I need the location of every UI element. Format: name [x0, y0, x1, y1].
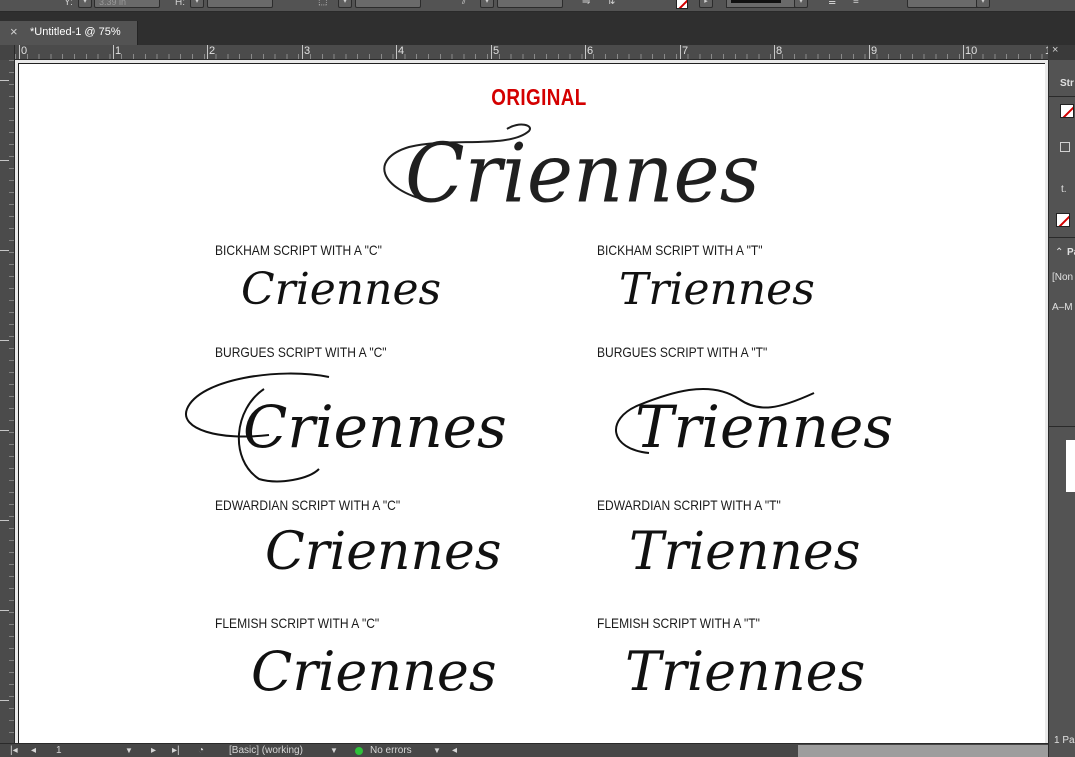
stroke-panel — [1048, 60, 1075, 757]
ruler-number: 7 — [682, 45, 689, 57]
panel-close-icon[interactable]: × — [1052, 44, 1058, 56]
scroll-left-icon[interactable]: ◂ — [452, 744, 457, 757]
sample-word-burgues-t[interactable]: Triennes — [635, 392, 893, 462]
sample-label-burgues-c[interactable]: BURGUES SCRIPT WITH A "C" — [215, 344, 387, 360]
frame-fit-dropdown-icon[interactable]: ▾ — [976, 0, 990, 8]
sample-word-edwardian-t[interactable]: Triennes — [629, 520, 860, 584]
page-count-label: 1 Pa — [1054, 735, 1075, 746]
y-stepper-icon[interactable]: ▾ — [78, 0, 92, 8]
sample-label-flemish-t[interactable]: FLEMISH SCRIPT WITH A "T" — [597, 615, 760, 631]
scale-field[interactable] — [355, 0, 421, 8]
scale-stepper-icon[interactable]: ▾ — [338, 0, 352, 8]
indesign-window: Y: ▾ 3.39 in H: ▾ ⬚ ▾ ⫽ ▾ ⇋ ⇅ ▸ ▾ ≣ ≡ ▾ … — [0, 0, 1075, 757]
chevron-updown-icon[interactable]: ⌃ — [1055, 247, 1063, 258]
page-last-icon[interactable]: ▸| — [172, 744, 180, 757]
document-page[interactable]: ORIGINAL Criennes BICKHAM SCRIPT WITH A … — [18, 63, 1045, 743]
panel-preview — [1066, 440, 1075, 492]
pasteboard[interactable]: ORIGINAL Criennes BICKHAM SCRIPT WITH A … — [15, 60, 1048, 743]
document-tab-bar: × *Untitled-1 @ 75% — [0, 12, 1075, 45]
page-prev-icon[interactable]: ◂ — [31, 744, 36, 757]
sample-label-burgues-t[interactable]: BURGUES SCRIPT WITH A "T" — [597, 344, 767, 360]
preflight-status[interactable]: No errors — [370, 744, 412, 757]
ruler-number: 0 — [21, 45, 28, 57]
ruler-number: 4 — [398, 45, 405, 57]
page-next-icon[interactable]: ▸ — [151, 744, 156, 757]
style-none-label[interactable]: [Non — [1052, 272, 1073, 283]
stroke-dropdown-icon[interactable]: ▾ — [794, 0, 808, 8]
original-specimen[interactable]: Criennes — [359, 119, 760, 229]
shear-stepper-icon[interactable]: ▾ — [480, 0, 494, 8]
sample-word-burgues-c[interactable]: Criennes — [243, 392, 507, 462]
sample-word-bickham-c[interactable]: Criennes — [241, 263, 441, 317]
status-dropdown-icon[interactable]: ▼ — [433, 744, 441, 757]
shear-field[interactable] — [497, 0, 563, 8]
original-word: Criennes — [405, 126, 760, 222]
page-dropdown-icon[interactable]: ▼ — [125, 744, 133, 757]
preflight-icon[interactable]: ◔ — [198, 744, 204, 757]
preflight-profile[interactable]: [Basic] (working) — [229, 744, 303, 757]
sample-word-flemish-c[interactable]: Criennes — [251, 638, 497, 706]
sample-label-edwardian-t[interactable]: EDWARDIAN SCRIPT WITH A "T" — [597, 497, 781, 513]
ruler-number: 8 — [776, 45, 783, 57]
frame-icon[interactable] — [1060, 142, 1070, 152]
ruler-number: 5 — [493, 45, 500, 57]
sample-label-edwardian-c[interactable]: EDWARDIAN SCRIPT WITH A "C" — [215, 497, 400, 513]
align-icon[interactable]: ≣ — [828, 0, 836, 8]
stroke-swatch-icon[interactable] — [1060, 104, 1074, 118]
sample-word-edwardian-c[interactable]: Criennes — [265, 520, 502, 584]
ruler-number: 3 — [304, 45, 311, 57]
page-number-field[interactable]: 1 — [56, 744, 62, 757]
sample-label-flemish-c[interactable]: FLEMISH SCRIPT WITH A "C" — [215, 615, 379, 631]
ruler-number: 2 — [209, 45, 216, 57]
status-ok-icon — [355, 747, 363, 755]
y-field[interactable]: 3.39 in — [94, 0, 160, 8]
document-tab[interactable]: × *Untitled-1 @ 75% — [0, 21, 138, 45]
fill-none-swatch-icon[interactable] — [676, 0, 688, 9]
close-icon[interactable]: × — [10, 24, 18, 39]
document-tab-title: *Untitled-1 @ 75% — [30, 26, 121, 38]
scale-icon[interactable]: ⬚ — [318, 0, 327, 8]
h-label: H: — [175, 0, 185, 8]
stroke-panel-label[interactable]: Str — [1060, 78, 1074, 89]
h-field[interactable] — [207, 0, 273, 8]
page-first-icon[interactable]: |◂ — [10, 744, 18, 757]
horizontal-scrollbar[interactable] — [798, 745, 1048, 757]
sample-word-bickham-t[interactable]: Triennes — [619, 263, 815, 317]
original-heading[interactable]: ORIGINAL — [473, 84, 604, 111]
vertical-ruler[interactable] — [0, 60, 15, 743]
profile-dropdown-icon[interactable]: ▼ — [330, 744, 338, 757]
fill-swatch-icon[interactable] — [1056, 213, 1070, 227]
ruler-number: 9 — [871, 45, 878, 57]
ruler-number: 10 — [965, 45, 978, 57]
flip-vertical-icon[interactable]: ⇅ — [607, 0, 615, 8]
sample-word-flemish-t[interactable]: Triennes — [625, 638, 865, 706]
horizontal-ruler[interactable]: 0 1 2 3 4 5 6 7 8 9 10 11 — [15, 45, 1051, 60]
text-frame-icon[interactable]: t. — [1061, 184, 1067, 195]
sample-label-bickham-c[interactable]: BICKHAM SCRIPT WITH A "C" — [215, 242, 382, 258]
ruler-number: 6 — [587, 45, 594, 57]
y-label: Y: — [64, 0, 73, 8]
status-bar: |◂ ◂ 1 ▼ ▸ ▸| ◔ [Basic] (working) ▼ No e… — [0, 743, 1048, 757]
control-bar: Y: ▾ 3.39 in H: ▾ ⬚ ▾ ⫽ ▾ ⇋ ⇅ ▸ ▾ ≣ ≡ ▾ — [0, 0, 1075, 12]
distribute-icon[interactable]: ≡ — [853, 0, 859, 8]
fill-arrow-icon[interactable]: ▸ — [699, 0, 713, 8]
h-stepper-icon[interactable]: ▾ — [190, 0, 204, 8]
flip-horizontal-icon[interactable]: ⇋ — [582, 0, 590, 8]
frame-fit-field[interactable] — [907, 0, 987, 8]
ruler-origin[interactable] — [0, 45, 15, 60]
sample-label-bickham-t[interactable]: BICKHAM SCRIPT WITH A "T" — [597, 242, 763, 258]
am-label[interactable]: A–M — [1052, 302, 1073, 313]
paragraph-panel-label[interactable]: Pa — [1067, 247, 1075, 258]
stroke-type-select[interactable] — [726, 0, 796, 8]
ruler-number: 1 — [115, 45, 122, 57]
shear-icon[interactable]: ⫽ — [462, 0, 466, 8]
